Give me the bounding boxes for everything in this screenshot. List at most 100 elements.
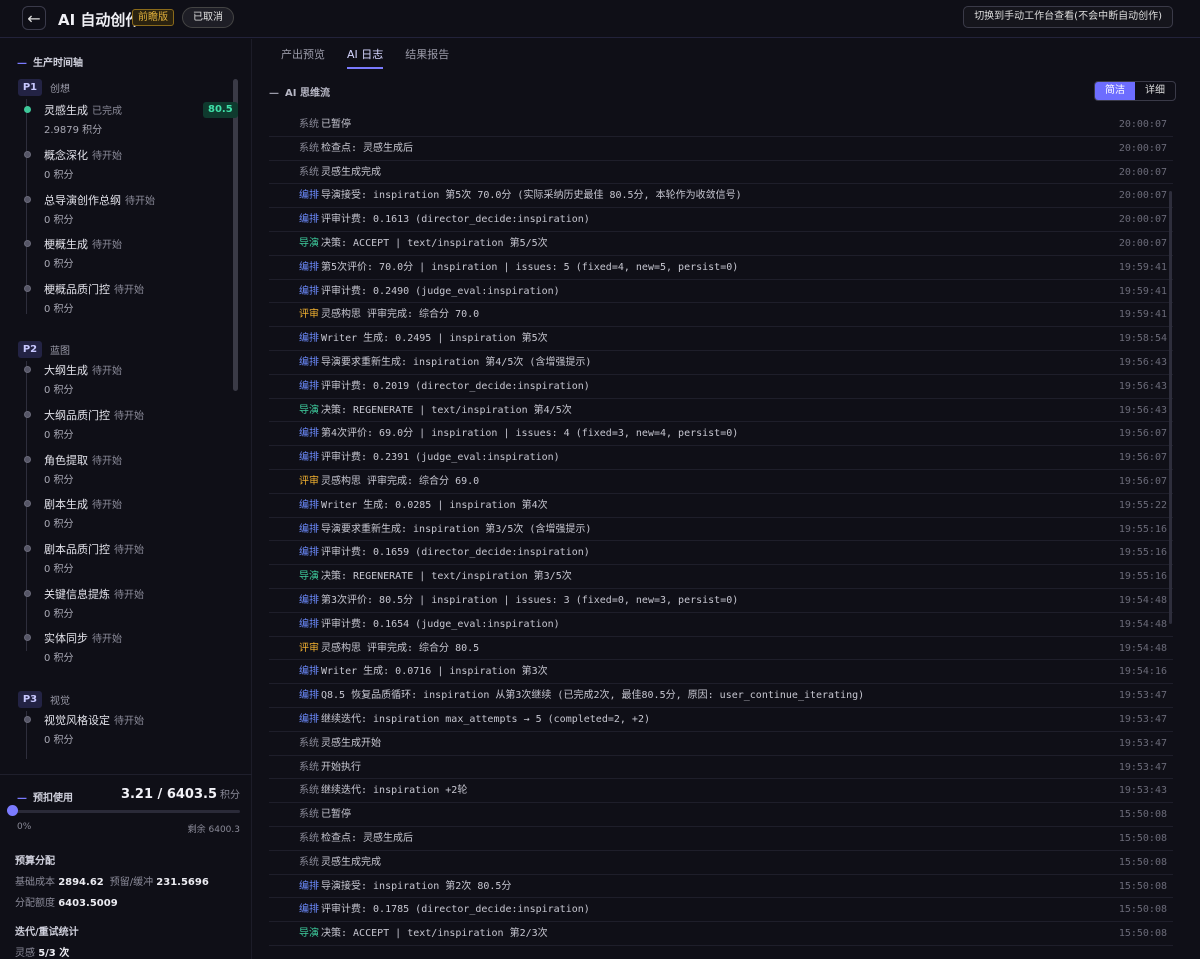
log-row[interactable]: 编排 导演接受: inspiration 第2次 80.5分 15:50:08 <box>269 875 1173 899</box>
log-message: 灵感构思 评审完成: 综合分 80.5 <box>321 642 480 654</box>
timeline-step[interactable]: 实体同步 待开始 0 积分 <box>22 630 232 670</box>
timeline-step[interactable]: 剧本品质门控 待开始 0 积分 <box>22 541 232 581</box>
back-button[interactable]: ← <box>22 6 46 30</box>
timeline-step[interactable]: 概念深化 待开始 0 积分 <box>22 147 232 187</box>
log-row[interactable]: 系统 灵感生成完成 15:50:08 <box>269 851 1173 875</box>
log-row[interactable]: 编排 第5次评价: 70.0分 | inspiration | issues: 5… <box>269 256 1173 280</box>
phase-header: P1 创想 <box>18 79 70 96</box>
log-tag: 系统 <box>299 737 319 749</box>
log-tag: 编排 <box>299 618 319 630</box>
log-message: 评审计费: 0.1654 (judge_eval:inspiration) <box>321 618 560 630</box>
log-row[interactable]: 系统 灵感生成完成 20:00:07 <box>269 161 1173 185</box>
log-time: 19:59:41 <box>1118 309 1167 321</box>
log-row[interactable]: 系统 已暂停 20:00:07 <box>269 113 1173 137</box>
phase-header: P2 蓝图 <box>18 341 70 358</box>
log-scrollbar[interactable] <box>1169 191 1172 624</box>
step-points: 0 积分 <box>44 259 74 270</box>
log-message: Writer 生成: 0.2495 | inspiration 第5次 <box>321 333 548 345</box>
log-row[interactable]: 编排 评审计费: 0.1613 (director_decide:inspirat… <box>269 208 1173 232</box>
log-row[interactable]: 编排 Writer 生成: 0.0285 | inspiration 第4次 19:… <box>269 494 1173 518</box>
timeline-step[interactable]: 总导演创作总纲 待开始 0 积分 <box>22 192 232 232</box>
tab-ai-log[interactable]: AI 日志 <box>347 39 384 69</box>
log-row[interactable]: 系统 检查点: 灵感生成后 15:50:08 <box>269 827 1173 851</box>
tab-result-report[interactable]: 结果报告 <box>405 39 449 69</box>
arrow-left-icon: ← <box>27 8 41 28</box>
switch-to-manual-button[interactable]: 切换到手动工作台查看(不会中断自动创作) <box>963 6 1173 28</box>
log-message: 评审计费: 0.1613 (director_decide:inspiratio… <box>321 214 590 226</box>
log-time: 20:00:07 <box>1118 237 1167 249</box>
log-row[interactable]: 导演 决策: REGENERATE | text/inspiration 第4/5… <box>269 399 1173 423</box>
log-row[interactable]: 编排 导演接受: inspiration 第5次 70.0分 (实际采纳历史最佳 … <box>269 184 1173 209</box>
log-row[interactable]: 编排 第3次评价: 80.5分 | inspiration | issues: 3… <box>269 589 1173 613</box>
timeline-scrollbar[interactable] <box>233 79 238 391</box>
log-time: 15:50:08 <box>1118 880 1167 892</box>
iteration-row: 灵感 5/3 次 <box>15 944 75 959</box>
timeline-step[interactable]: 视觉风格设定 待开始 0 积分 <box>22 712 232 752</box>
log-row[interactable]: 编排 Writer 生成: 0.2495 | inspiration 第5次 19:… <box>269 327 1173 351</box>
budget-remaining: 剩余 6400.3 <box>187 825 240 835</box>
log-message: 继续迭代: inspiration +2轮 <box>321 785 468 797</box>
log-row[interactable]: 评审 灵感构思 评审完成: 综合分 69.0 19:56:07 <box>269 470 1173 494</box>
log-row[interactable]: 系统 已暂停 15:50:08 <box>269 803 1173 827</box>
log-tag: 系统 <box>299 832 319 844</box>
timeline-step[interactable]: 大纲生成 待开始 0 积分 <box>22 362 232 402</box>
log-time: 19:56:07 <box>1118 475 1167 487</box>
collapse-icon[interactable]: — <box>17 58 27 69</box>
timeline-step[interactable]: 剧本生成 待开始 0 积分 <box>22 496 232 536</box>
timeline-step[interactable]: 大纲品质门控 待开始 0 积分 <box>22 407 232 447</box>
log-message: 灵感构思 评审完成: 综合分 70.0 <box>321 309 480 321</box>
step-name: 实体同步 <box>44 632 88 645</box>
step-points: 0 积分 <box>44 170 74 181</box>
step-pending-icon <box>24 151 31 158</box>
log-row[interactable]: 编排 评审计费: 0.2391 (judge_eval:inspiration) 1… <box>269 446 1173 470</box>
timeline-step[interactable]: 灵感生成 已完成 2.9879 积分 80.5 <box>22 102 238 142</box>
toggle-concise[interactable]: 简洁 <box>1095 82 1135 100</box>
log-row[interactable]: 编排 评审计费: 0.2490 (judge_eval:inspiration) 1… <box>269 280 1173 304</box>
log-tag: 编排 <box>299 356 319 368</box>
reserve-label: 预留/缓冲 <box>109 877 154 888</box>
log-time: 19:53:47 <box>1118 761 1167 773</box>
log-row[interactable]: 导演 决策: ACCEPT | text/inspiration 第2/3次 15:… <box>269 922 1173 946</box>
log-tag: 编排 <box>299 523 319 535</box>
log-row[interactable]: 系统 灵感生成开始 19:53:47 <box>269 732 1173 756</box>
collapse-icon[interactable]: — <box>17 793 27 804</box>
log-time: 19:56:07 <box>1118 428 1167 440</box>
log-row[interactable]: 系统 开始执行 19:53:47 <box>269 756 1173 780</box>
timeline-step[interactable]: 梗概品质门控 待开始 0 积分 <box>22 281 232 321</box>
log-row[interactable]: 编排 评审计费: 0.1654 (judge_eval:inspiration) 1… <box>269 613 1173 637</box>
log-row[interactable]: 编排 评审计费: 0.2019 (director_decide:inspirat… <box>269 375 1173 399</box>
log-row[interactable]: 导演 决策: ACCEPT | text/inspiration 第5/5次 20:… <box>269 232 1173 256</box>
collapse-icon[interactable]: — <box>269 88 279 99</box>
log-row[interactable]: 编排 Q8.5 恢复品质循环: inspiration 从第3次继续 (已完成2次… <box>269 684 1173 708</box>
log-row[interactable]: 导演 决策: REGENERATE | text/inspiration 第3/5… <box>269 565 1173 589</box>
log-message: 评审计费: 0.1659 (director_decide:inspiratio… <box>321 547 590 559</box>
log-row[interactable]: 系统 检查点: 灵感生成后 20:00:07 <box>269 137 1173 161</box>
log-row[interactable]: 编排 导演要求重新生成: inspiration 第3/5次 (含增强提示) 19:… <box>269 518 1173 542</box>
view-mode-toggle: 简洁 详细 <box>1094 81 1176 101</box>
log-tag: 编排 <box>299 452 319 464</box>
tab-output-preview[interactable]: 产出预览 <box>281 39 325 69</box>
log-row[interactable]: 编排 评审计费: 0.1785 (director_decide:inspirat… <box>269 898 1173 923</box>
step-pending-icon <box>24 366 31 373</box>
toggle-detailed[interactable]: 详细 <box>1135 82 1175 100</box>
log-row[interactable]: 评审 灵感构思 评审完成: 综合分 80.5 19:54:48 <box>269 637 1173 661</box>
log-row[interactable]: 编排 第4次评价: 69.0分 | inspiration | issues: 4… <box>269 422 1173 447</box>
timeline-step[interactable]: 梗概生成 待开始 0 积分 <box>22 236 232 276</box>
timeline-step[interactable]: 关键信息提炼 待开始 0 积分 <box>22 586 232 626</box>
log-tag: 编排 <box>299 333 319 345</box>
log-time: 19:55:16 <box>1118 523 1167 535</box>
log-row[interactable]: 编排 导演要求重新生成: inspiration 第4/5次 (含增强提示) 19:… <box>269 351 1173 375</box>
timeline-step[interactable]: 角色提取 待开始 0 积分 <box>22 452 232 492</box>
step-name: 剧本品质门控 <box>44 543 110 556</box>
step-points: 0 积分 <box>44 564 74 575</box>
log-row[interactable]: 编排 继续迭代: inspiration max_attempts → 5 (co… <box>269 708 1173 732</box>
step-name-row: 总导演创作总纲 待开始 <box>44 192 155 208</box>
log-row[interactable]: 系统 继续迭代: inspiration +2轮 19:53:43 <box>269 779 1173 804</box>
step-name: 灵感生成 <box>44 104 88 117</box>
step-name: 概念深化 <box>44 149 88 162</box>
budget-value-number: 3.21 / 6403.5 <box>120 787 217 802</box>
allocation-title: 预算分配 <box>15 856 55 867</box>
log-row[interactable]: 评审 灵感构思 评审完成: 综合分 70.0 19:59:41 <box>269 303 1173 328</box>
log-row[interactable]: 编排 Writer 生成: 0.0716 | inspiration 第3次 19:… <box>269 660 1173 685</box>
log-row[interactable]: 编排 评审计费: 0.1659 (director_decide:inspirat… <box>269 541 1173 566</box>
